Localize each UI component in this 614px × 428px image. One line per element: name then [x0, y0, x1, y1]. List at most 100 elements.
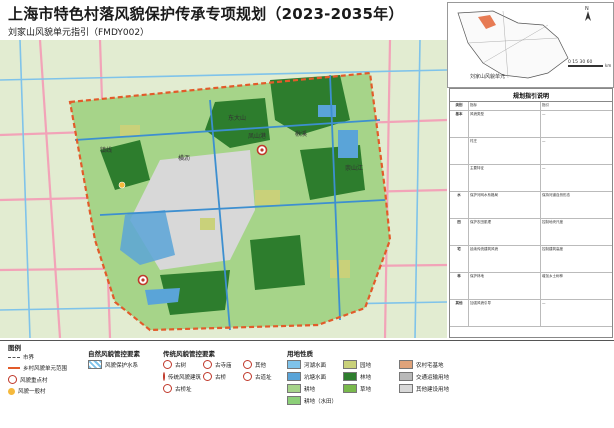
guidance-cell [450, 138, 469, 164]
legend-heritage-item: 传统风貌建筑 [163, 372, 201, 381]
panel-title: 规划指引说明 [450, 89, 612, 102]
guidance-cell: 风貌类型 [469, 111, 541, 137]
legend-landuse-item: 河湖水面 [287, 360, 339, 369]
legend-landuse-item: 坑塘水面 [287, 372, 339, 381]
landuse-swatch-icon [343, 360, 357, 369]
guidance-cell: — [542, 301, 546, 305]
landuse-swatch-icon [399, 372, 413, 381]
legend-key-village: 风貌重点村 [8, 375, 67, 384]
landuse-swatch-icon [287, 372, 301, 381]
heritage-symbol-icon [203, 360, 212, 369]
legend-landuse-item: 其他建设用地 [399, 384, 451, 393]
guidance-row: 水保护河网水系格局 保持河道自然形态 [450, 192, 612, 219]
place-label: 崇山江 [345, 164, 363, 172]
guidance-table: 类别 指标 指引 基本 风貌类型 — 村庄 — 主要特征 — 水保护河网水系格局 保持河道自然形态田保… [450, 102, 612, 327]
inset-label: 刘家山风貌单元 [470, 74, 506, 80]
guidance-row: 基本 风貌类型 — [450, 111, 612, 138]
guidance-cell: 保护林地 [469, 273, 541, 299]
guidance-cell: 控制地块尺度 [542, 220, 563, 224]
legend-nature-title: 自然风貌管控要素 [88, 350, 140, 358]
guidance-row: 村庄 — [450, 138, 612, 165]
legend-heritage-list: 古树 古寺庙 其他传统风貌建筑 古桥 古道址古桥址 [163, 360, 278, 393]
place-label: 横沥 [178, 154, 190, 162]
guidance-row: 田保护农田肌理 控制地块尺度 [450, 219, 612, 246]
hatched-water-icon [88, 360, 102, 369]
guidance-cell: 保护农田肌理 [469, 219, 541, 245]
legend-divider [0, 340, 614, 341]
legend-heritage-item: 古道址 [243, 372, 277, 381]
legend-landuse-item: 草地 [343, 384, 395, 393]
heritage-symbol-icon [243, 360, 252, 369]
guidance-cell: 其他 [450, 300, 469, 326]
guidance-cell [450, 165, 469, 191]
guidance-row: 林保护林地 增加乡土树种 [450, 273, 612, 300]
general-village-marker[interactable] [118, 181, 126, 189]
boundary-line-icon [8, 356, 20, 358]
guidance-cell: 指标 [469, 102, 541, 110]
guidance-cell: 基本 [450, 111, 469, 137]
guidance-cell: 加强风貌引导 [469, 300, 541, 326]
heritage-symbol-icon [163, 384, 172, 393]
guidance-cell: 主要特征 [469, 165, 541, 191]
general-village-icon [8, 387, 15, 395]
guidance-cell: 水 [450, 192, 469, 218]
map-title: 上海市特色村落风貌保护传承专项规划（2023-2035年） [8, 5, 404, 23]
guidance-cell: 控制建筑高度 [542, 247, 563, 251]
guidance-cell: — [542, 112, 546, 116]
guidance-cell: 村庄 [469, 138, 541, 164]
legend-city-boundary: 市界 [8, 353, 67, 361]
inset-scale-unit: km [605, 63, 611, 68]
guidance-cell: 延续传统建筑风貌 [469, 246, 541, 272]
guidance-cell: — [542, 139, 546, 143]
legend-landuse-item: 交通运输用地 [399, 372, 451, 381]
legend-landuse-item: 农村宅基地 [399, 360, 451, 369]
landuse-swatch-icon [287, 360, 301, 369]
inset-scale-text: 0 15 30 60 [568, 59, 592, 65]
legend-landuse-item: 园地 [343, 360, 395, 369]
map-subtitle: 刘家山风貌单元指引（FMDY002） [8, 28, 150, 38]
main-map[interactable]: 东大山 凤山港 楸溪 横沥 镇线 崇山江 [0, 40, 447, 338]
landuse-swatch-icon [343, 372, 357, 381]
guidance-row: 主要特征 — [450, 165, 612, 192]
guidance-cell: 保持河道自然形态 [542, 193, 570, 197]
guidance-row: 宅延续传统建筑风貌 控制建筑高度 [450, 246, 612, 273]
legend-landuse-list: 河湖水面 园地 农村宅基地 坑塘水面 林地 交通运输用地 耕地 草地 其他建设用地 耕地（水田） [287, 360, 457, 405]
legend-general-village: 风貌一般村 [8, 387, 67, 395]
guidance-cell: 田 [450, 219, 469, 245]
legend-water-protected: 风貌保护水系 [88, 360, 138, 369]
legend-landuse-item: 耕地（水田） [287, 396, 339, 405]
guidance-cell: 指引 [542, 103, 549, 107]
guidance-cell: — [542, 166, 546, 170]
place-label: 镇线 [100, 146, 112, 154]
place-label: 凤山港 [248, 132, 266, 140]
legend-unit-boundary: 乡村风貌单元范围 [8, 364, 67, 372]
key-village-icon [8, 375, 17, 384]
guidance-cell: 增加乡土树种 [542, 274, 563, 278]
legend-landuse-title: 用地性质 [287, 350, 313, 358]
legend-title: 图例 [8, 344, 21, 352]
landuse-swatch-icon [399, 384, 413, 393]
key-village-marker[interactable] [256, 144, 268, 156]
unit-line-icon [8, 367, 20, 369]
legend-heritage-item: 其他 [243, 360, 277, 369]
legend-landuse-item: 耕地 [287, 384, 339, 393]
guidance-cell: 类别 [450, 102, 469, 110]
guidance-row: 其他 加强风貌引导 — [450, 300, 612, 327]
place-label: 东大山 [228, 114, 246, 122]
legend-heritage-item: 古寺庙 [203, 360, 237, 369]
place-label: 楸溪 [295, 130, 307, 138]
guidance-panel: 规划指引说明 类别 指标 指引 基本 风貌类型 — 村庄 — 主要特征 — 水保护河网水系格局 保持河… [449, 88, 613, 338]
legend-heritage-item: 古桥址 [163, 384, 197, 393]
legend-heritage-item: 古桥 [203, 372, 237, 381]
svg-text:N: N [585, 6, 589, 12]
key-village-marker[interactable] [137, 274, 149, 286]
guidance-cell: 保护河网水系格局 [469, 192, 541, 218]
heritage-symbol-icon [163, 372, 165, 381]
guidance-row: 类别 指标 指引 [450, 102, 612, 111]
legend-heritage-item: 古树 [163, 360, 197, 369]
landuse-swatch-icon [343, 384, 357, 393]
landuse-swatch-icon [287, 396, 301, 405]
legend-heritage-title: 传统风貌管控要素 [163, 350, 215, 358]
heritage-symbol-icon [203, 372, 212, 381]
landuse-swatch-icon [287, 384, 301, 393]
